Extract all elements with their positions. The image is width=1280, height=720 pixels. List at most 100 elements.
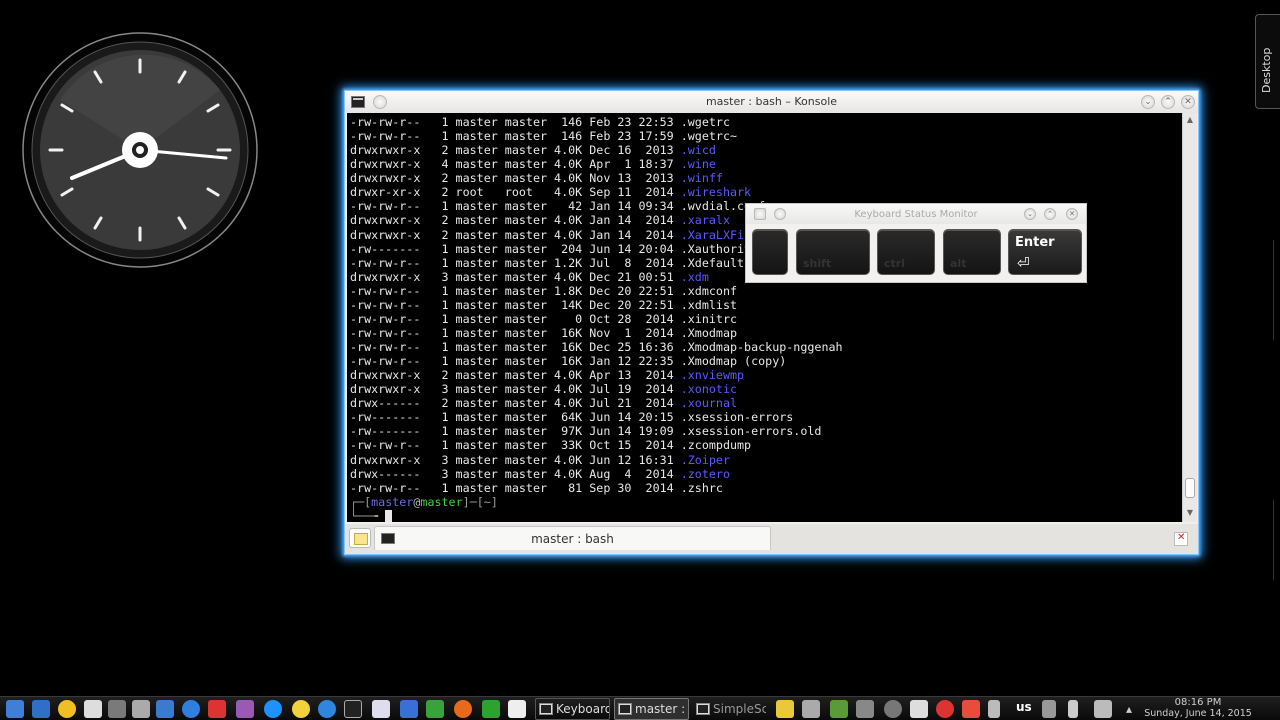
listing-filename: .xsession-errors.old	[680, 424, 822, 439]
listing-dirname: .winff	[680, 171, 723, 186]
konsole-tab-bar: master : bash	[345, 524, 1198, 554]
tab-label: master : bash	[531, 532, 614, 546]
listing-row: -rw-rw-r-- 1 master master 33K Oct 15 20…	[350, 438, 843, 452]
desktop-side-tab[interactable]: Desktop	[1255, 14, 1280, 109]
tray-screenshot-icon[interactable]	[962, 700, 980, 718]
download-icon[interactable]	[400, 700, 418, 718]
close-tab-button[interactable]	[1174, 532, 1188, 546]
tab-master-bash[interactable]: master : bash	[374, 526, 771, 550]
keyboard-layout-indicator[interactable]: us	[1016, 700, 1032, 714]
task-keyboard-status-monitor[interactable]: Keyboard Status Monitor	[535, 698, 610, 720]
enter-arrow-icon: ⏎	[1017, 254, 1030, 272]
listing-attributes: -rw-rw-r-- 1 master master 14K Dec 20 22…	[350, 297, 681, 312]
tray-tools-icon[interactable]	[856, 700, 874, 718]
desktop-icon[interactable]	[32, 700, 50, 718]
prompt-br: ]	[490, 494, 498, 509]
weather-icon[interactable]	[58, 700, 76, 718]
chromium-icon[interactable]	[264, 700, 282, 718]
task-simplescreenrecorder[interactable]: SimpleScreenRecorder	[692, 698, 767, 720]
listing-row: -rw-rw-r-- 1 master master 16K Dec 25 16…	[350, 340, 843, 354]
kbd-titlebar[interactable]: Keyboard Status Monitor ⌄ ⌃ ✕	[746, 204, 1086, 224]
listing-dirname: .wine	[680, 157, 716, 172]
pidgin-icon[interactable]	[292, 700, 310, 718]
window-title: master : bash – Konsole	[705, 95, 838, 108]
window-icon	[539, 703, 553, 715]
key-indicator-shift: shift	[796, 229, 870, 275]
key-indicator-alt: alt	[943, 229, 1001, 275]
tray-help-icon[interactable]	[884, 700, 902, 718]
archive-icon[interactable]	[208, 700, 226, 718]
listing-row: -rw-rw-r-- 1 master master 16K Nov 1 201…	[350, 326, 843, 340]
refresh-icon[interactable]	[182, 700, 200, 718]
taskbar-clock[interactable]: 08:16 PM Sunday, June 14, 2015	[1136, 697, 1260, 719]
pen-icon[interactable]	[84, 700, 102, 718]
listing-attributes: -rw-rw-r-- 1 master master 16K Nov 1 201…	[350, 325, 681, 340]
shell-input-line[interactable]: └──╼	[350, 509, 843, 522]
kde-menu-icon[interactable]	[6, 700, 24, 718]
tray-phone-icon[interactable]	[988, 700, 1000, 718]
terminal-scrollbar[interactable]: ▲ ▼	[1182, 113, 1197, 522]
tray-alarm-icon[interactable]	[936, 700, 954, 718]
close-button[interactable]: ✕	[1181, 95, 1195, 109]
new-tab-button[interactable]	[349, 528, 371, 548]
document-icon[interactable]	[156, 700, 174, 718]
tray-book-icon[interactable]	[830, 700, 848, 718]
listing-dirname: .xaralx	[680, 213, 730, 228]
tray-wifi-icon[interactable]	[1094, 700, 1112, 718]
listing-attributes: drwxr-xr-x 2 root root 4.0K Sep 11 2014	[350, 185, 681, 200]
listing-attributes: -rw------- 1 master master 97K Jun 14 19…	[350, 424, 681, 439]
prompt-br: ]─[	[462, 494, 484, 509]
recorder-icon	[696, 703, 710, 715]
listing-row: -rw-rw-r-- 1 master master 1.8K Dec 20 2…	[350, 284, 843, 298]
listing-filename: .xdmlist	[680, 297, 738, 312]
tray-notes-icon[interactable]	[776, 700, 794, 718]
green-app-icon[interactable]	[482, 700, 500, 718]
tex-icon[interactable]	[508, 700, 526, 718]
scroll-down-arrow-icon[interactable]: ▼	[1184, 508, 1196, 520]
analog-clock-widget	[22, 32, 258, 268]
minimize-button[interactable]: ⌄	[1141, 95, 1155, 109]
key-indicator-blank	[752, 229, 788, 275]
terminal-icon	[618, 703, 632, 715]
kbd-maximize-button[interactable]: ⌃	[1044, 208, 1056, 220]
maximize-button[interactable]: ⌃	[1161, 95, 1175, 109]
terminal-output[interactable]: -rw-rw-r-- 1 master master 146 Feb 23 22…	[347, 113, 1182, 522]
listing-attributes: drwxrwxr-x 2 master master 4.0K Jan 14 2…	[350, 227, 681, 242]
grid-icon[interactable]	[108, 700, 126, 718]
tray-clipboard-icon[interactable]	[802, 700, 820, 718]
listing-row: drwxrwxr-x 3 master master 4.0K Jun 12 1…	[350, 453, 843, 467]
desktop: Desktop master : bash – Konsole ⌄ ⌃ ✕ -r…	[0, 0, 1280, 720]
scroll-up-arrow-icon[interactable]: ▲	[1184, 115, 1196, 127]
prompt-user: master	[371, 494, 414, 509]
konsole-window: master : bash – Konsole ⌄ ⌃ ✕ -rw-rw-r--…	[344, 90, 1199, 555]
listing-filename: .Xmodmap-backup-nggenah	[680, 340, 843, 354]
prompt-br: ┌─[	[350, 494, 372, 509]
task-master-bash[interactable]: master : bash	[614, 698, 689, 720]
tray-volume-icon[interactable]	[1042, 700, 1056, 718]
listing-attributes: drwxrwxr-x 3 master master 4.0K Jul 19 2…	[350, 382, 681, 397]
app-icon[interactable]	[236, 700, 254, 718]
key-indicator-ctrl: ctrl	[877, 229, 935, 275]
terminal-icon[interactable]	[344, 700, 362, 718]
taskbar: Keyboard Status Monitor master : bash Si…	[0, 696, 1280, 720]
window-titlebar[interactable]: master : bash – Konsole ⌄ ⌃ ✕	[345, 91, 1198, 113]
listing-dirname: .Zoiper	[680, 452, 730, 467]
text-editor-icon[interactable]	[372, 700, 390, 718]
listing-attributes: drwxrwxr-x 2 master master 4.0K Jan 14 2…	[350, 213, 681, 228]
kbd-minimize-button[interactable]: ⌄	[1024, 208, 1036, 220]
windows-icon[interactable]	[132, 700, 150, 718]
listing-row: drwx------ 2 master master 4.0K Jul 21 2…	[350, 396, 843, 410]
listing-row: -rw-rw-r-- 1 master master 146 Feb 23 22…	[350, 115, 843, 129]
tray-battery-icon[interactable]	[1068, 700, 1078, 718]
listing-dirname: .zotero	[680, 466, 730, 481]
firefox-icon[interactable]	[454, 700, 472, 718]
listing-filename: .Xmodmap (copy)	[680, 354, 787, 369]
spreadsheet-icon[interactable]	[426, 700, 444, 718]
kbd-close-button[interactable]: ✕	[1066, 208, 1078, 220]
listing-attributes: -rw-rw-r-- 1 master master 16K Dec 25 16…	[350, 340, 681, 354]
compass-icon[interactable]	[318, 700, 336, 718]
tray-document-icon[interactable]	[910, 700, 928, 718]
listing-row: -rw-rw-r-- 1 master master 16K Jan 12 22…	[350, 354, 843, 368]
key-indicator-enter: Enter ⏎	[1008, 229, 1082, 275]
scrollbar-thumb[interactable]	[1185, 478, 1195, 498]
